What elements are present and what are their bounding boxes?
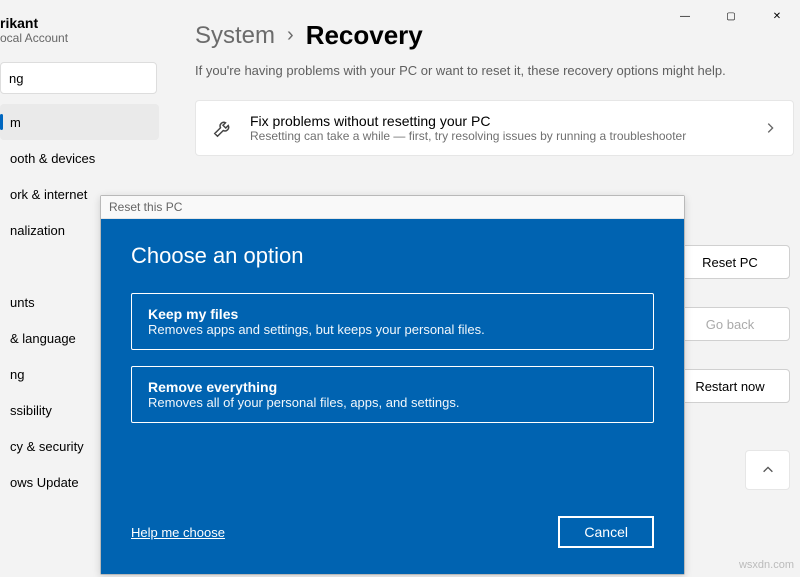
profile-subtitle: ocal Account: [0, 31, 165, 45]
option-keep-files[interactable]: Keep my files Removes apps and settings,…: [131, 293, 654, 350]
option-remove-everything[interactable]: Remove everything Removes all of your pe…: [131, 366, 654, 423]
profile-block: rikant ocal Account: [0, 15, 165, 50]
go-back-button[interactable]: Go back: [670, 307, 790, 341]
profile-name: rikant: [0, 15, 165, 31]
option-subtitle: Removes apps and settings, but keeps you…: [148, 322, 637, 337]
dialog-footer: Help me choose Cancel: [131, 516, 654, 548]
expand-toggle[interactable]: [745, 450, 790, 490]
reset-pc-button[interactable]: Reset PC: [670, 245, 790, 279]
dialog-body: Choose an option Keep my files Removes a…: [101, 219, 684, 574]
chevron-right-icon: [763, 121, 777, 135]
page-title: Recovery: [306, 20, 423, 51]
cancel-button[interactable]: Cancel: [558, 516, 654, 548]
dialog-frame-title: Reset this PC: [101, 196, 684, 219]
search-box[interactable]: [0, 62, 157, 94]
option-title: Keep my files: [148, 306, 637, 322]
option-title: Remove everything: [148, 379, 637, 395]
breadcrumb-parent[interactable]: System: [195, 22, 275, 50]
watermark: wsxdn.com: [739, 559, 794, 571]
restart-now-button[interactable]: Restart now: [670, 369, 790, 403]
option-subtitle: Removes all of your personal files, apps…: [148, 395, 637, 410]
dialog-heading: Choose an option: [131, 243, 654, 269]
fix-problems-card[interactable]: Fix problems without resetting your PC R…: [195, 100, 794, 156]
breadcrumb: System › Recovery: [195, 20, 794, 51]
chevron-up-icon: [761, 463, 775, 477]
card-subtitle: Resetting can take a while — first, try …: [250, 129, 763, 143]
nav-item-system[interactable]: m: [0, 104, 159, 140]
page-description: If you're having problems with your PC o…: [195, 63, 794, 78]
help-me-choose-link[interactable]: Help me choose: [131, 525, 225, 540]
reset-pc-dialog: Reset this PC Choose an option Keep my f…: [100, 195, 685, 575]
nav-item-bluetooth[interactable]: ooth & devices: [0, 140, 159, 176]
main-content: System › Recovery If you're having probl…: [195, 20, 794, 166]
recovery-actions: Reset PC Go back Restart now: [670, 245, 790, 403]
card-body: Fix problems without resetting your PC R…: [250, 113, 763, 143]
chevron-right-icon: ›: [287, 24, 294, 47]
wrench-icon: [212, 117, 234, 139]
search-input[interactable]: [9, 71, 185, 86]
card-title: Fix problems without resetting your PC: [250, 113, 763, 129]
